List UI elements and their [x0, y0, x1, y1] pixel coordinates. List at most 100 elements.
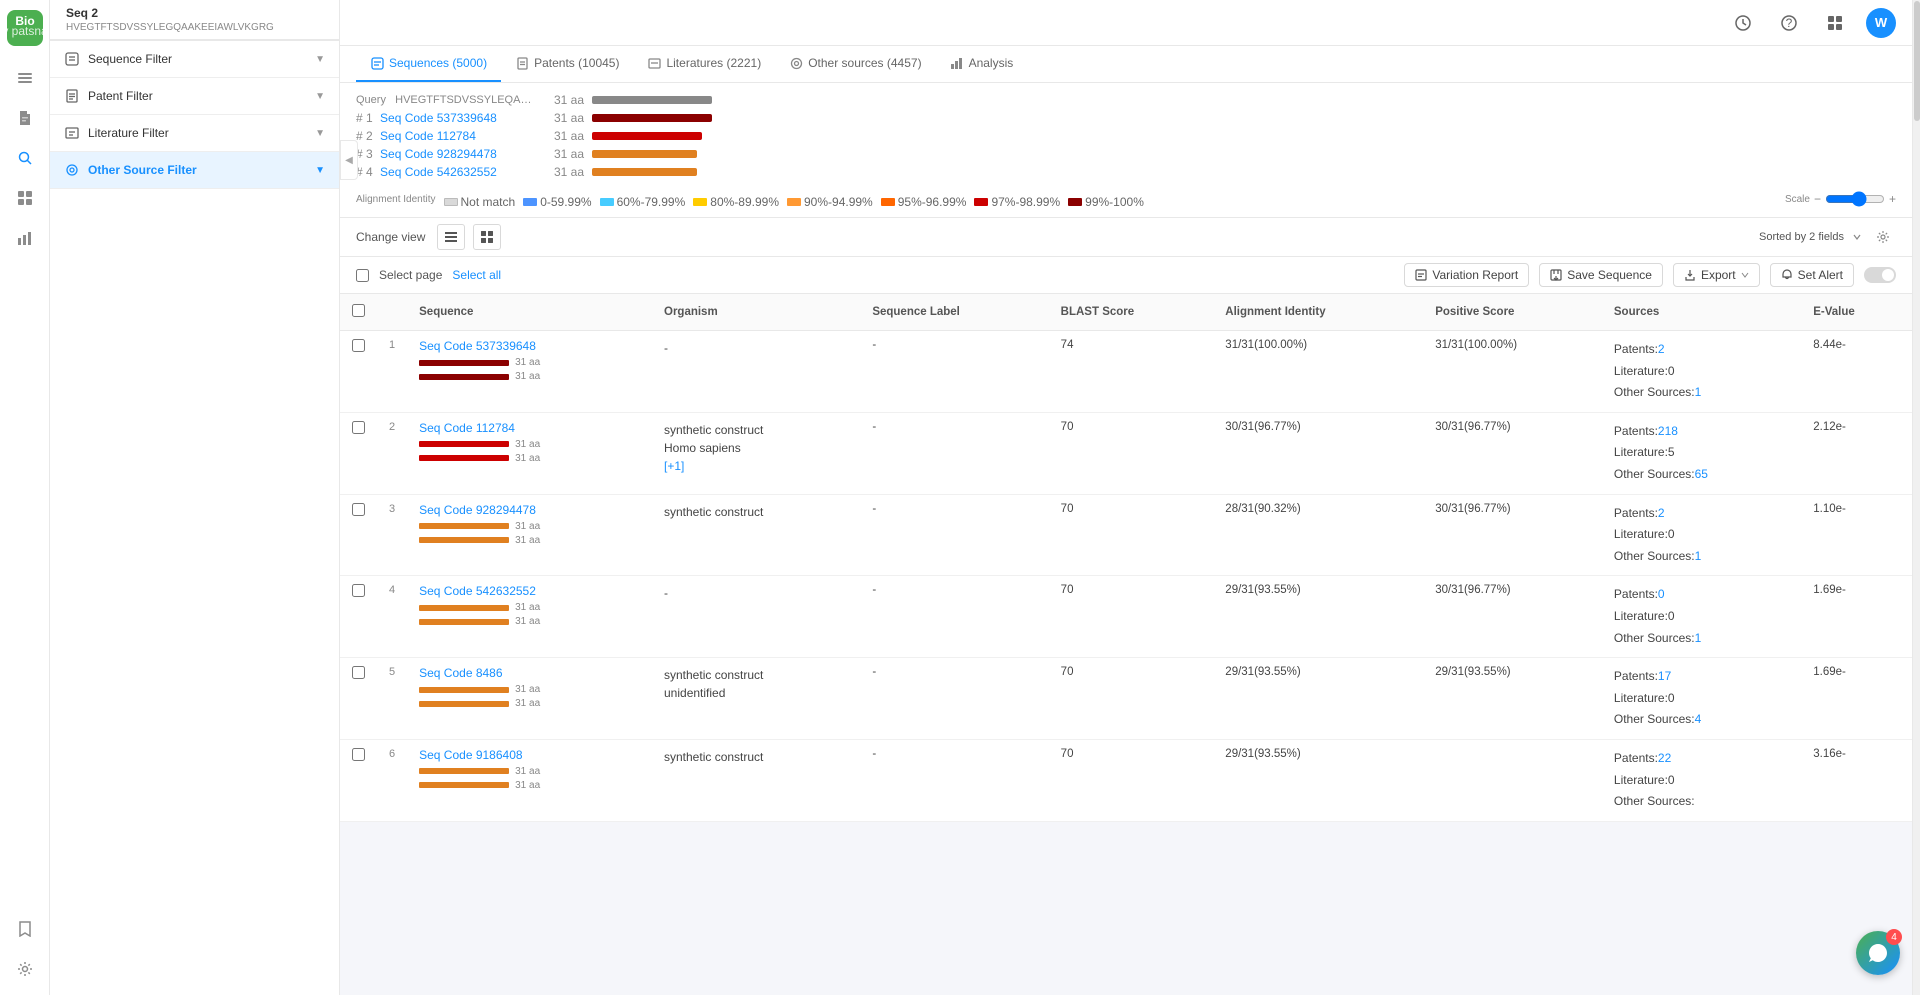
alignment-row2-label: # 2 Seq Code 112784: [356, 127, 536, 145]
seq-code-link[interactable]: Seq Code 537339648: [419, 339, 536, 353]
seq-code-link[interactable]: Seq Code 928294478: [419, 503, 536, 517]
filter-section-literature-header[interactable]: Literature Filter ▼: [50, 115, 339, 151]
scrollbar-thumb[interactable]: [1914, 1, 1920, 121]
save-sequence-btn[interactable]: Save Sequence: [1539, 263, 1663, 287]
alignment-query-bar: [592, 96, 712, 104]
sidebar-icon-chart[interactable]: [7, 220, 43, 256]
tab-literatures[interactable]: Literatures (2221): [633, 46, 775, 82]
tab-other-sources[interactable]: Other sources (4457): [775, 46, 935, 82]
left-sidebar: Bio by patsnap: [0, 0, 50, 995]
user-avatar[interactable]: W: [1866, 8, 1896, 38]
scale-slider[interactable]: [1825, 191, 1885, 207]
query-bar: Seq 2 HVEGTFTSDVSSYLEGQAAKEEIAWLVKGRG: [50, 0, 339, 40]
table-row: 2 Seq Code 112784 31 aa 31 aa synthetic …: [340, 412, 1912, 494]
seq-code-link[interactable]: Seq Code 9186408: [419, 748, 522, 762]
row-checkbox-1[interactable]: [352, 421, 365, 434]
td-sources: Patents:2 Literature:0 Other Sources:1: [1602, 494, 1801, 576]
alignment-row4-bar: [592, 168, 697, 176]
row-checkbox-0[interactable]: [352, 339, 365, 352]
filter-section-patent-header[interactable]: Patent Filter ▼: [50, 78, 339, 114]
th-blast-score: BLAST Score: [1049, 294, 1214, 331]
history-icon-btn[interactable]: [1728, 8, 1758, 38]
td-sequence: Seq Code 537339648 31 aa 31 aa: [407, 331, 652, 413]
sidebar-icon-settings[interactable]: [7, 951, 43, 987]
set-alert-btn[interactable]: Set Alert: [1770, 263, 1854, 287]
filter-section-sequence-header[interactable]: Sequence Filter ▼: [50, 41, 339, 77]
td-sources: Patents:17 Literature:0 Other Sources:4: [1602, 658, 1801, 740]
scale-label: Scale: [1785, 194, 1810, 205]
tab-sequences[interactable]: Sequences (5000): [356, 46, 501, 82]
select-all-checkbox[interactable]: [352, 304, 365, 317]
sidebar-icon-grid[interactable]: [7, 180, 43, 216]
select-page-checkbox[interactable]: [356, 269, 369, 282]
sidebar-icon-document[interactable]: [7, 100, 43, 136]
td-num: 1: [377, 331, 407, 413]
legend-not-match: Not match: [444, 195, 516, 209]
tab-analysis[interactable]: Analysis: [936, 46, 1028, 82]
literature-filter-label: Literature Filter: [88, 126, 169, 140]
export-btn[interactable]: Export: [1673, 263, 1760, 287]
grid-icon-btn[interactable]: [1820, 8, 1850, 38]
variation-report-label: Variation Report: [1432, 268, 1518, 282]
td-positive-score: 30/31(96.77%): [1423, 494, 1602, 576]
svg-text:?: ?: [1786, 16, 1793, 30]
td-checkbox: [340, 331, 377, 413]
patents-tab-icon: [515, 56, 529, 70]
help-icon-btn[interactable]: ?: [1774, 8, 1804, 38]
chat-bubble[interactable]: 4: [1856, 931, 1900, 975]
legend-80-89: 80%-89.99%: [693, 195, 779, 209]
td-checkbox: [340, 658, 377, 740]
sequence-filter-label: Sequence Filter: [88, 52, 172, 66]
filter-collapse-btn[interactable]: ◀: [340, 140, 358, 180]
filter-panel: Seq 2 HVEGTFTSDVSSYLEGQAAKEEIAWLVKGRG Se…: [50, 0, 340, 995]
seq-code-link[interactable]: Seq Code 542632552: [419, 584, 536, 598]
alignment-row4-label: # 4 Seq Code 542632552: [356, 163, 536, 181]
results-table: Sequence Organism Sequence Label BLAST S…: [340, 294, 1912, 822]
tabs-bar: Sequences (5000) Patents (10045): [340, 46, 1912, 83]
variation-report-btn[interactable]: Variation Report: [1404, 263, 1529, 287]
scale-minus[interactable]: −: [1814, 192, 1821, 206]
th-num: [377, 294, 407, 331]
table-row: 5 Seq Code 8486 31 aa 31 aa synthetic co…: [340, 658, 1912, 740]
alignment-legend-row: Alignment Identity Not match 0-59.99%: [356, 189, 1896, 209]
patent-filter-chevron: ▼: [315, 91, 325, 102]
legend-90-94: 90%-94.99%: [787, 195, 873, 209]
alignment-query-label: Query HVEGTFTSDVSSYLEQAAKEEIAW...: [356, 91, 536, 109]
filter-section-other-header[interactable]: Other Source Filter ▼: [50, 152, 339, 188]
literature-filter-icon: [64, 125, 80, 141]
sidebar-icon-menu[interactable]: [7, 60, 43, 96]
vertical-scrollbar[interactable]: [1912, 0, 1920, 995]
td-sequence-label: -: [860, 494, 1048, 576]
export-label: Export: [1701, 268, 1736, 282]
set-alert-toggle[interactable]: [1864, 267, 1896, 283]
table-row: 1 Seq Code 537339648 31 aa 31 aa - - 74 …: [340, 331, 1912, 413]
td-positive-score: [1423, 739, 1602, 821]
list-view-btn[interactable]: [437, 224, 465, 250]
analysis-tab-icon: [950, 56, 964, 70]
scale-plus[interactable]: +: [1889, 192, 1896, 206]
tab-literatures-label: Literatures (2221): [666, 56, 761, 70]
grid-view-btn[interactable]: [473, 224, 501, 250]
table-wrapper: Sequence Organism Sequence Label BLAST S…: [340, 294, 1912, 995]
row-checkbox-4[interactable]: [352, 666, 365, 679]
row-checkbox-3[interactable]: [352, 584, 365, 597]
select-all-link[interactable]: Select all: [452, 268, 501, 282]
td-e-value: 3.16e-: [1801, 739, 1912, 821]
sidebar-icon-bookmark[interactable]: [7, 911, 43, 947]
seq-code-link[interactable]: Seq Code 112784: [419, 421, 515, 435]
seq-code-link[interactable]: Seq Code 8486: [419, 666, 502, 680]
sequences-tab-icon: [370, 56, 384, 70]
other-sources-tab-icon: [789, 56, 803, 70]
row-checkbox-2[interactable]: [352, 503, 365, 516]
app-logo[interactable]: Bio by patsnap: [5, 8, 45, 48]
settings-button[interactable]: [1870, 224, 1896, 250]
chat-icon: [1867, 942, 1889, 964]
row-checkbox-5[interactable]: [352, 748, 365, 761]
filter-section-patent: Patent Filter ▼: [50, 78, 339, 115]
legend-0-59: 0-59.99%: [523, 195, 591, 209]
sort-chevron-icon: [1852, 232, 1862, 242]
td-sequence-label: -: [860, 331, 1048, 413]
td-sequence: Seq Code 542632552 31 aa 31 aa: [407, 576, 652, 658]
tab-patents[interactable]: Patents (10045): [501, 46, 633, 82]
sidebar-icon-search[interactable]: [7, 140, 43, 176]
